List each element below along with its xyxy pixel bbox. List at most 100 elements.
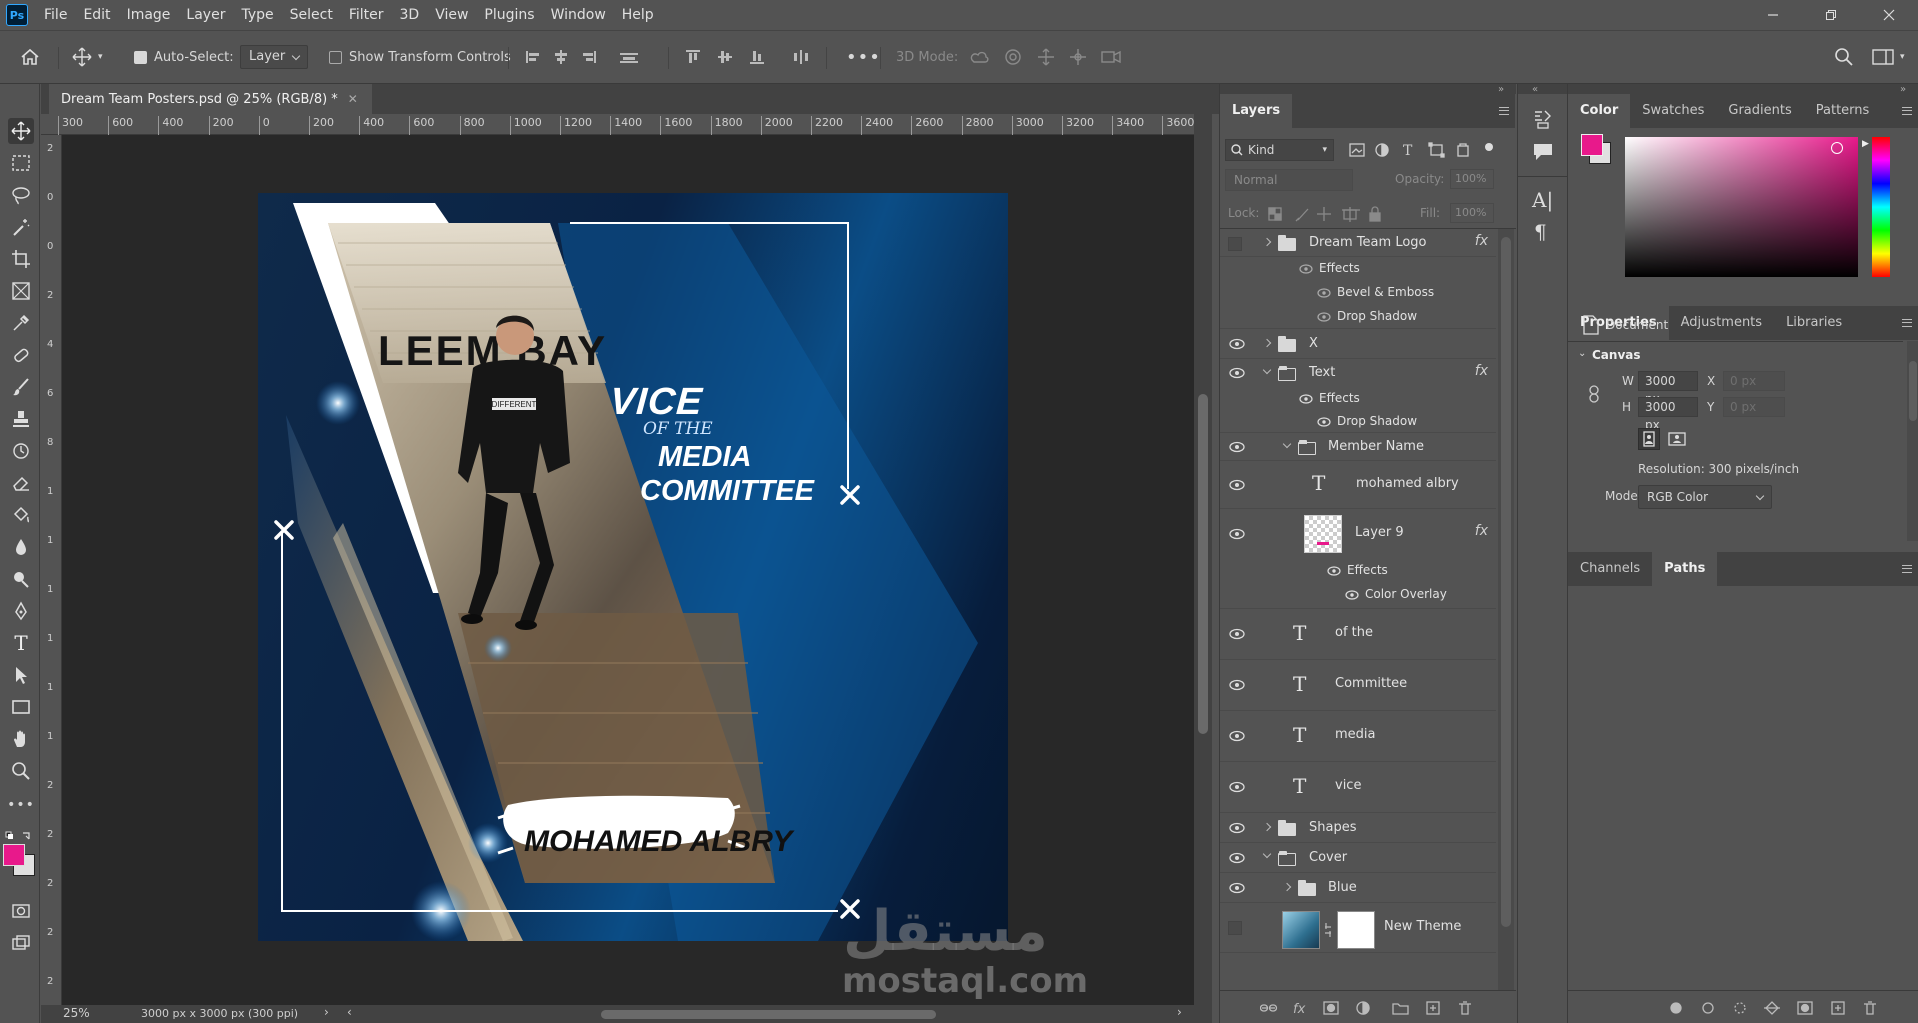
menu-3d[interactable]: 3D	[392, 0, 428, 30]
menu-plugins[interactable]: Plugins	[476, 0, 542, 30]
marquee-tool-icon[interactable]	[8, 150, 34, 176]
layer-row[interactable]: T media	[1220, 711, 1496, 762]
menu-edit[interactable]: Edit	[75, 0, 118, 30]
layer-row[interactable]: New Theme	[1220, 903, 1496, 953]
layer-mask-thumbnail[interactable]	[1337, 911, 1375, 949]
opacity-value[interactable]: 100%	[1450, 169, 1494, 189]
close-button[interactable]	[1860, 0, 1918, 30]
layer-row[interactable]: Member Name	[1220, 433, 1496, 461]
tab-channels[interactable]: Channels	[1568, 552, 1652, 586]
effect-row[interactable]: Color Overlay	[1220, 583, 1496, 609]
layer-row[interactable]: Dream Team Logo fx	[1220, 229, 1496, 257]
blur-tool-icon[interactable]	[8, 534, 34, 560]
workspace-icon[interactable]: ▾	[1872, 43, 1905, 71]
more-tools-icon[interactable]: •••	[7, 792, 34, 818]
layer-row[interactable]: Cover	[1220, 843, 1496, 873]
layer-row[interactable]: Shapes	[1220, 813, 1496, 843]
eyedropper-tool-icon[interactable]	[8, 310, 34, 336]
menu-window[interactable]: Window	[543, 0, 614, 30]
move-tool-icon[interactable]	[8, 118, 34, 144]
link-dimensions-icon[interactable]	[1588, 385, 1600, 403]
character-panel-icon[interactable]: A|	[1532, 188, 1553, 212]
effect-row[interactable]: Drop Shadow	[1220, 411, 1496, 433]
blend-mode-dropdown[interactable]: Normal	[1225, 169, 1353, 191]
tab-adjustments[interactable]: Adjustments	[1669, 306, 1774, 340]
tab-layers[interactable]: Layers	[1220, 94, 1293, 128]
menu-layer[interactable]: Layer	[178, 0, 233, 30]
horizontal-scrollbar-thumb[interactable]	[601, 1010, 936, 1019]
y-input[interactable]: 0 px	[1723, 397, 1785, 417]
filter-type-icons[interactable]: T	[1348, 142, 1498, 158]
comments-panel-icon[interactable]	[1532, 142, 1554, 162]
restore-button[interactable]	[1802, 0, 1860, 30]
vertical-scrollbar[interactable]	[1194, 114, 1212, 1005]
properties-scrollbar[interactable]	[1907, 341, 1918, 541]
scroll-left-icon[interactable]: ‹	[347, 1005, 352, 1019]
fx-icon[interactable]: fx	[1475, 523, 1488, 539]
path-select-tool-icon[interactable]	[8, 662, 34, 688]
status-arrow-icon[interactable]: ›	[324, 1005, 329, 1019]
fx-icon[interactable]: fx	[1475, 363, 1488, 379]
layer-row[interactable]: Layer 9 fx	[1220, 509, 1496, 559]
layers-scrollbar[interactable]	[1498, 229, 1514, 1023]
quick-mask-icon[interactable]	[8, 898, 34, 924]
collapse-icon[interactable]: «	[1532, 84, 1538, 95]
scroll-right-icon[interactable]: ›	[1177, 1005, 1182, 1019]
doc-info[interactable]: 3000 px x 3000 px (300 ppi)	[141, 1007, 298, 1020]
menu-help[interactable]: Help	[614, 0, 662, 30]
menu-filter[interactable]: Filter	[341, 0, 392, 30]
portrait-orientation-button[interactable]	[1638, 428, 1660, 450]
menu-select[interactable]: Select	[282, 0, 341, 30]
lock-icons[interactable]	[1268, 206, 1398, 222]
section-chevron-icon[interactable]: ⌄	[1578, 348, 1586, 359]
color-field[interactable]	[1625, 137, 1858, 277]
menu-image[interactable]: Image	[119, 0, 179, 30]
minimize-button[interactable]	[1744, 0, 1802, 30]
crop-tool-icon[interactable]	[8, 246, 34, 272]
height-input[interactable]: 3000 px	[1638, 397, 1698, 432]
poster-canvas[interactable]: LEEM BAY DIFFERENT VICE OF THE MEDIA COM…	[258, 193, 1008, 941]
auto-select-checkbox[interactable]: Auto-Select:	[134, 43, 234, 71]
x-input[interactable]: 0 px	[1723, 371, 1785, 391]
brush-tool-icon[interactable]	[8, 374, 34, 400]
foreground-color-swatch[interactable]	[3, 844, 25, 866]
frame-tool-icon[interactable]	[8, 278, 34, 304]
tab-color[interactable]: Color	[1568, 94, 1631, 128]
menu-view[interactable]: View	[427, 0, 476, 30]
close-tab-icon[interactable]: ✕	[348, 92, 358, 106]
menu-type[interactable]: Type	[233, 0, 281, 30]
tab-swatches[interactable]: Swatches	[1630, 94, 1716, 128]
move-tool-icon[interactable]: ▾	[72, 43, 103, 71]
color-menu-icon[interactable]	[1902, 107, 1912, 115]
auto-select-dropdown[interactable]: Layer	[240, 43, 309, 71]
document-tab[interactable]: Dream Team Posters.psd @ 25% (RGB/8) * ✕	[49, 84, 372, 114]
dodge-tool-icon[interactable]	[8, 566, 34, 592]
layer-row[interactable]: Blue	[1220, 873, 1496, 903]
history-panel-icon[interactable]	[1532, 108, 1554, 130]
hand-tool-icon[interactable]	[8, 726, 34, 752]
paths-menu-icon[interactable]	[1902, 565, 1912, 573]
screen-mode-icon[interactable]	[8, 930, 34, 956]
auto-select-value[interactable]: Layer	[240, 45, 309, 69]
layer-row[interactable]: Text fx	[1220, 359, 1496, 387]
zoom-level[interactable]: 25%	[63, 1006, 90, 1020]
tab-gradients[interactable]: Gradients	[1716, 94, 1803, 128]
zoom-tool-icon[interactable]	[8, 758, 34, 784]
tab-paths[interactable]: Paths	[1652, 552, 1718, 586]
rectangle-tool-icon[interactable]	[8, 694, 34, 720]
tab-patterns[interactable]: Patterns	[1804, 94, 1882, 128]
more-options-icon[interactable]: •••	[846, 43, 881, 71]
fill-value[interactable]: 100%	[1450, 203, 1494, 223]
paragraph-panel-icon[interactable]: ¶	[1534, 220, 1547, 244]
tab-libraries[interactable]: Libraries	[1774, 306, 1854, 340]
type-tool-icon[interactable]: T	[8, 630, 34, 656]
layer-filter-dropdown[interactable]: Kind ▾	[1225, 139, 1334, 161]
home-icon[interactable]	[20, 43, 40, 71]
hue-marker-icon[interactable]: ▶	[1862, 139, 1869, 149]
search-icon[interactable]	[1834, 43, 1854, 71]
quick-select-tool-icon[interactable]	[8, 214, 34, 240]
layer-actions-icons[interactable]: fx	[1260, 1000, 1490, 1016]
layer-row[interactable]: X	[1220, 329, 1496, 359]
stamp-tool-icon[interactable]	[8, 406, 34, 432]
landscape-orientation-button[interactable]	[1666, 428, 1688, 450]
